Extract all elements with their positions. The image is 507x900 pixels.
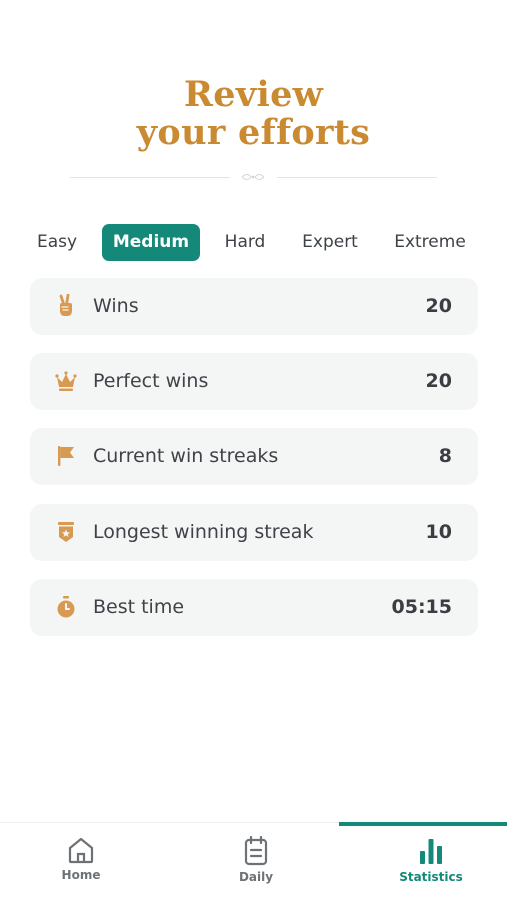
badge-star-icon [58,522,74,542]
title-line-1: Review [183,74,324,115]
stat-row-wins: Wins 20 [30,278,478,335]
stat-value: 05:15 [391,596,452,618]
flourish-icon [241,174,265,180]
stat-label: Current win streaks [93,445,279,467]
difficulty-tabs: Easy Medium Hard Expert Extreme [30,224,478,261]
stat-row-longest-winning-streak: Longest winning streak 10 [30,504,478,561]
stat-label: Best time [93,596,185,618]
nav-statistics[interactable]: Statistics [371,835,491,891]
home-icon [68,837,94,864]
nav-home[interactable]: Home [21,835,141,891]
stat-label: Perfect wins [93,370,209,392]
crown-icon [55,371,77,391]
calendar-icon [244,835,268,866]
stat-value: 20 [425,370,452,392]
stat-row-best-time: Best time 05:15 [30,579,478,636]
tab-expert[interactable]: Expert [296,224,364,261]
bottom-nav: Home Daily Statistics [0,822,507,900]
flag-icon [58,446,74,466]
victory-hand-icon [59,294,72,316]
nav-daily[interactable]: Daily [196,835,316,891]
stat-label: Wins [93,295,139,317]
stat-row-current-win-streaks: Current win streaks 8 [30,428,478,485]
tab-extreme[interactable]: Extreme [388,224,472,261]
tab-hard[interactable]: Hard [216,224,274,261]
stat-row-perfect-wins: Perfect wins 20 [30,353,478,410]
page-title: Review your efforts [0,76,507,152]
bar-chart-icon [420,839,442,864]
title-line-2: your efforts [136,112,371,153]
ornament-divider [70,170,437,184]
stat-label: Longest winning streak [93,521,314,543]
stopwatch-icon [57,596,75,618]
nav-label: Home [61,868,101,882]
stat-value: 10 [425,521,452,543]
stat-value: 20 [425,295,452,317]
active-tab-indicator [339,822,507,826]
tab-medium[interactable]: Medium [102,224,200,261]
tab-easy[interactable]: Easy [30,224,84,261]
nav-label: Statistics [399,870,463,884]
nav-label: Daily [238,870,274,884]
stat-value: 8 [438,445,452,467]
